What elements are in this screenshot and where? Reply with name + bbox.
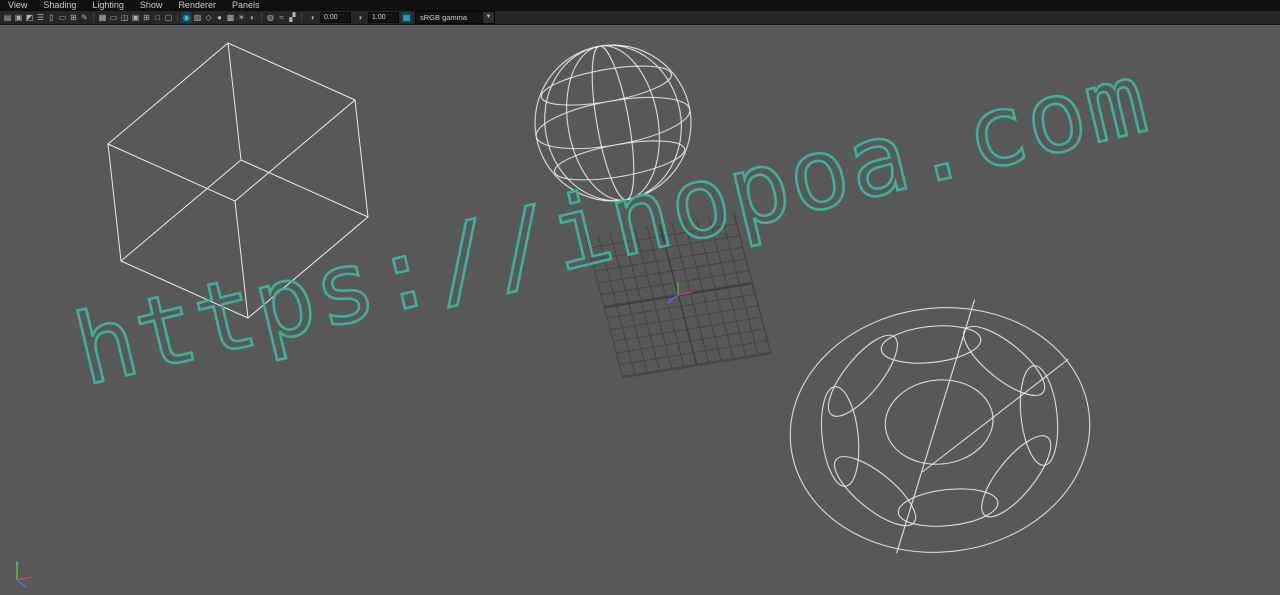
safe-title-icon[interactable]: ▢ — [163, 12, 174, 23]
camera-attributes-icon[interactable]: ☰ — [35, 12, 46, 23]
panel-layout-icon[interactable]: ▤ — [2, 12, 13, 23]
select-camera-icon[interactable]: ▣ — [13, 12, 24, 23]
exposure-field[interactable]: 0.00 — [320, 12, 351, 23]
gamma-field-group: ◗ 1.00 — [355, 12, 399, 23]
menu-shading[interactable]: Shading — [35, 0, 84, 11]
menu-show[interactable]: Show — [132, 0, 171, 11]
menu-view[interactable]: View — [0, 0, 35, 11]
gamma-field[interactable]: 1.00 — [368, 12, 399, 23]
torus-wireframe[interactable] — [778, 289, 1102, 567]
view-axis-gizmo — [15, 561, 32, 588]
image-plane-icon[interactable]: ▭ — [57, 12, 68, 23]
lock-camera-icon[interactable]: ◩ — [24, 12, 35, 23]
toolbar-separator — [93, 13, 94, 22]
isolate-select-icon[interactable]: ◉ — [181, 12, 192, 23]
menu-panels[interactable]: Panels — [224, 0, 268, 11]
toolbar-separator — [177, 13, 178, 22]
toolbar-separator — [301, 13, 302, 22]
menu-bar-items: View Shading Lighting Show Renderer Panels — [0, 0, 268, 11]
menu-lighting[interactable]: Lighting — [84, 0, 132, 11]
xray-icon[interactable]: ▨ — [192, 12, 203, 23]
toolbar-separator — [261, 13, 262, 22]
viewport[interactable]: https://inopoa.com — [0, 24, 1280, 595]
wireframe-mode-icon[interactable]: ◇ — [203, 12, 214, 23]
gate-mask-icon[interactable]: ▣ — [130, 12, 141, 23]
exposure-field-group: ◖ 0.00 — [307, 12, 351, 23]
menu-renderer[interactable]: Renderer — [170, 0, 224, 11]
bookmark-icon[interactable]: ▯ — [46, 12, 57, 23]
gamma-icon: ◗ — [358, 13, 363, 22]
anti-aliasing-icon[interactable]: ▞ — [287, 12, 298, 23]
shaded-mode-icon[interactable]: ● — [214, 12, 225, 23]
exposure-icon: ◖ — [310, 13, 315, 22]
chevron-down-icon: ▼ — [482, 12, 494, 23]
world-origin-axis — [666, 282, 693, 304]
color-management-icon[interactable]: ▦ — [401, 12, 412, 23]
view-transform-select-value: sRGB gamma — [420, 13, 468, 22]
panel-menu-bar: View Shading Lighting Show Renderer Panels — [0, 0, 1280, 11]
textured-mode-icon[interactable]: ▩ — [225, 12, 236, 23]
resolution-gate-icon[interactable]: ◫ — [119, 12, 130, 23]
safe-action-icon[interactable]: □ — [152, 12, 163, 23]
shadows-icon[interactable]: ◐ — [247, 12, 258, 23]
toolbar-icons: ▤ ▣ ◩ ☰ ▯ ▭ ⊞ ✎ ▦ ▭ ◫ ▣ ⊞ □ ▢ ◉ ▨ ◇ ● ▩ ☀ ◐ ◍ ≈ ▞ ◖ 0.00 ◗ 1.00 ▦ sRGB… — [2, 11, 495, 24]
film-gate-icon[interactable]: ▭ — [108, 12, 119, 23]
panel-toolbar: ▤ ▣ ◩ ☰ ▯ ▭ ⊞ ✎ ▦ ▭ ◫ ▣ ⊞ □ ▢ ◉ ▨ ◇ ● ▩ ☀ ◐ ◍ ≈ ▞ ◖ 0.00 ◗ 1.00 ▦ sRGB… — [0, 11, 1280, 25]
two-d-pan-zoom-icon[interactable]: ⊞ — [68, 12, 79, 23]
field-chart-icon[interactable]: ⊞ — [141, 12, 152, 23]
ambient-occlusion-icon[interactable]: ◍ — [265, 12, 276, 23]
grease-pencil-icon[interactable]: ✎ — [79, 12, 90, 23]
motion-blur-icon[interactable]: ≈ — [276, 12, 287, 23]
view-transform-select[interactable]: sRGB gamma ▼ — [415, 11, 495, 24]
use-all-lights-icon[interactable]: ☀ — [236, 12, 247, 23]
grid-toggle-icon[interactable]: ▦ — [97, 12, 108, 23]
